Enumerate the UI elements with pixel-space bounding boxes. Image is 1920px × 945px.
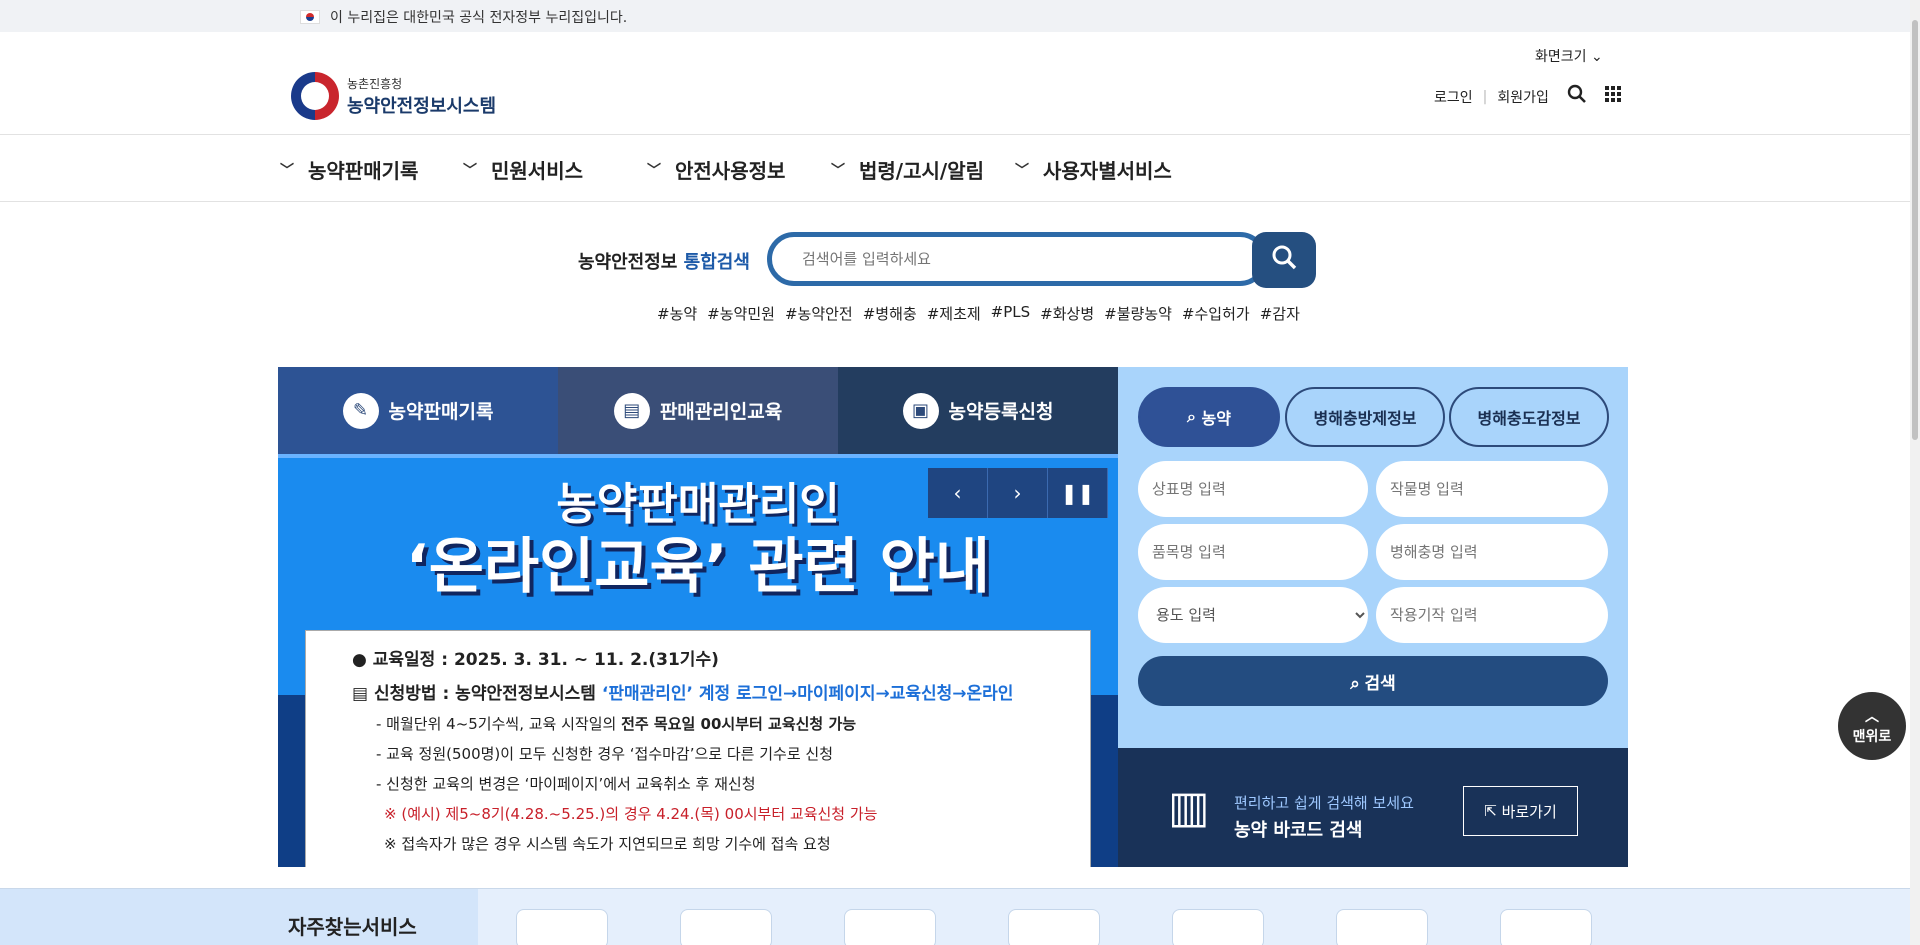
search-icon: ⌕: [1187, 407, 1196, 426]
site-name: 농약안전정보시스템: [347, 95, 497, 117]
edit-icon: ✎: [342, 392, 379, 429]
site-logo[interactable]: 농촌진흥청 농약안전정보시스템: [291, 72, 496, 120]
chevron-down-icon: ﹀: [647, 162, 661, 179]
gov-banner-text: 이 누리집은 대한민국 공식 전자정부 누리집입니다.: [330, 10, 628, 26]
hashtag[interactable]: #농약안전: [785, 303, 853, 324]
page-scrollbar[interactable]: [1910, 0, 1920, 945]
chevron-down-icon: ﹀: [1015, 162, 1029, 179]
hashtag-list: #농약 #농약민원 #농약안전 #병해충 #제초제 #PLS #화상병 #불량농…: [657, 303, 1300, 324]
hashtag[interactable]: #PLS: [991, 303, 1031, 324]
chevron-left-icon: ‹: [953, 481, 962, 505]
service-item[interactable]: [1336, 909, 1428, 945]
notice-line: - 매월단위 4~5기수씩, 교육 시작일의 전주 목요일 00시부터 교육신청…: [376, 715, 857, 733]
search-icon: [1272, 245, 1297, 269]
barcode-go-button[interactable]: ⇱ 바로가기: [1463, 786, 1578, 836]
notice-line: - 교육 정원(500명)이 모두 신청한 경우 ‘접수마감’으로 다른 기수로…: [376, 745, 833, 763]
banner-subtitle: ‘온라인교육’ 관련 안내: [405, 532, 991, 602]
notice-line: - 신청한 교육의 변경은 ‘마이페이지’에서 교육취소 후 재신청: [376, 775, 756, 793]
search-title: 농약안전정보 통합검색: [578, 252, 750, 273]
divider: |: [1482, 88, 1488, 105]
notice-note: ※ 접속자가 많은 경우 시스템 속도가 지연되므로 희망 기수에 접속 요청: [384, 835, 831, 853]
document-icon: ▤: [613, 392, 650, 429]
prev-slide-button[interactable]: ‹: [928, 468, 988, 518]
nav-item-law-notice[interactable]: ﹀ 법령/고시/알림: [831, 155, 984, 184]
back-to-top-button[interactable]: ︿ 맨위로: [1838, 692, 1906, 760]
font-size-toggle[interactable]: 화면크기 ⌄: [1535, 46, 1603, 66]
chevron-down-icon: ⌄: [1590, 49, 1603, 65]
notice-example: ※ (예시) 제5~8기(4.28.~5.25.)의 경우 4.24.(목) 0…: [384, 805, 878, 823]
nav-item-civil-service[interactable]: ﹀ 민원서비스: [463, 155, 583, 184]
nav-item-sales-record[interactable]: ﹀ 농약판매기록: [280, 155, 418, 184]
tab-pest-encyclopedia[interactable]: 병해충도감정보: [1449, 387, 1609, 447]
hashtag[interactable]: #농약민원: [707, 303, 775, 324]
site-header: 농촌진흥청 농약안전정보시스템 화면크기 ⌄ 로그인 | 회원가입: [0, 32, 1920, 135]
service-item[interactable]: [680, 909, 772, 945]
nav-item-user-service[interactable]: ﹀ 사용자별서비스: [1015, 155, 1172, 184]
barcode-search-box: ▥ 편리하고 쉽게 검색해 보세요 농약 바코드 검색 ⇱ 바로가기: [1118, 748, 1628, 867]
brand-name-input[interactable]: [1138, 461, 1368, 517]
notice-banner[interactable]: 농약판매관리인 ‘온라인교육’ 관련 안내 ‹ › ❚❚ ● 교육일정 : 20…: [278, 454, 1118, 867]
gov-emblem-icon: [291, 72, 339, 120]
hashtag[interactable]: #감자: [1260, 303, 1300, 324]
hashtag[interactable]: #농약: [657, 303, 697, 324]
search-button[interactable]: [1252, 232, 1316, 288]
pause-icon: ❚❚: [1060, 481, 1095, 505]
chevron-up-icon: ︿: [1865, 709, 1879, 725]
crop-name-input[interactable]: [1376, 461, 1608, 517]
mechanism-input[interactable]: [1376, 587, 1608, 643]
frequent-services: 자주찾는서비스: [0, 888, 1910, 945]
service-item[interactable]: [516, 909, 608, 945]
frequent-services-title: 자주찾는서비스: [288, 915, 417, 939]
hashtag[interactable]: #화상병: [1040, 303, 1094, 324]
chevron-down-icon: ﹀: [463, 162, 477, 179]
service-item[interactable]: [1008, 909, 1100, 945]
usage-select[interactable]: 용도 입력: [1138, 587, 1368, 643]
tab-pest-control[interactable]: 병해충방제정보: [1285, 387, 1445, 447]
tab-sales-record[interactable]: ✎ 농약판매기록: [278, 367, 558, 454]
search-icon: ⌕: [1350, 673, 1360, 693]
chevron-down-icon: ﹀: [831, 162, 845, 179]
tab-pesticide[interactable]: ⌕ 농약: [1138, 387, 1280, 447]
scrollbar-thumb[interactable]: [1912, 20, 1918, 440]
hashtag[interactable]: #수입허가: [1182, 303, 1250, 324]
hashtag[interactable]: #병해충: [863, 303, 917, 324]
hashtag[interactable]: #제초제: [927, 303, 981, 324]
main-nav: ﹀ 농약판매기록 ﹀ 민원서비스 ﹀ 안전사용정보 ﹀ 법령/고시/알림 ﹀ 사용자별서비…: [0, 135, 1920, 202]
registration-icon: ▣: [902, 392, 939, 429]
document-icon: ▤: [352, 684, 369, 704]
pause-slide-button[interactable]: ❚❚: [1048, 468, 1108, 518]
external-link-icon: ⇱: [1484, 802, 1497, 820]
edu-date: ● 교육일정 : 2025. 3. 31. ~ 11. 2.(31기수): [352, 650, 719, 670]
apply-method: ▤ 신청방법 : 농약안전정보시스템 ‘판매관리인’ 계정 로그인→마이페이지→…: [352, 684, 1014, 704]
search-icon[interactable]: [1567, 84, 1587, 109]
nav-item-safety-info[interactable]: ﹀ 안전사용정보: [647, 155, 785, 184]
service-item[interactable]: [844, 909, 936, 945]
pesticide-search-panel: ⌕ 농약 병해충방제정보 병해충도감정보 용도 입력 ⌕ 검색 ▥ 편리하고 쉽…: [1118, 367, 1628, 867]
next-slide-button[interactable]: ›: [988, 468, 1048, 518]
tab-registration[interactable]: ▣ 농약등록신청: [838, 367, 1118, 454]
korea-flag-icon: [300, 10, 320, 24]
barcode-icon: ▥: [1168, 782, 1210, 833]
tab-manager-education[interactable]: ▤ 판매관리인교육: [558, 367, 838, 454]
panel-search-button[interactable]: ⌕ 검색: [1138, 656, 1608, 706]
chevron-right-icon: ›: [1013, 481, 1022, 505]
search-input[interactable]: [767, 232, 1267, 286]
education-notice-card: ● 교육일정 : 2025. 3. 31. ~ 11. 2.(31기수) ▤ 신…: [305, 630, 1091, 867]
login-link[interactable]: 로그인: [1434, 87, 1473, 107]
chevron-down-icon: ﹀: [280, 162, 294, 179]
pest-name-input[interactable]: [1376, 524, 1608, 580]
item-name-input[interactable]: [1138, 524, 1368, 580]
service-item[interactable]: [1172, 909, 1264, 945]
grid-menu-icon[interactable]: [1604, 86, 1621, 107]
org-name: 농촌진흥청: [347, 76, 403, 91]
gov-banner: 이 누리집은 대한민국 공식 전자정부 누리집입니다.: [0, 0, 1920, 32]
hashtag[interactable]: #불량농약: [1104, 303, 1172, 324]
signup-link[interactable]: 회원가입: [1497, 87, 1549, 107]
service-item[interactable]: [1500, 909, 1592, 945]
clock-icon: ●: [352, 650, 367, 670]
hero-section: ✎ 농약판매기록 ▤ 판매관리인교육 ▣ 농약등록신청 농약판매관리인 ‘온라인교육’…: [278, 367, 1118, 867]
